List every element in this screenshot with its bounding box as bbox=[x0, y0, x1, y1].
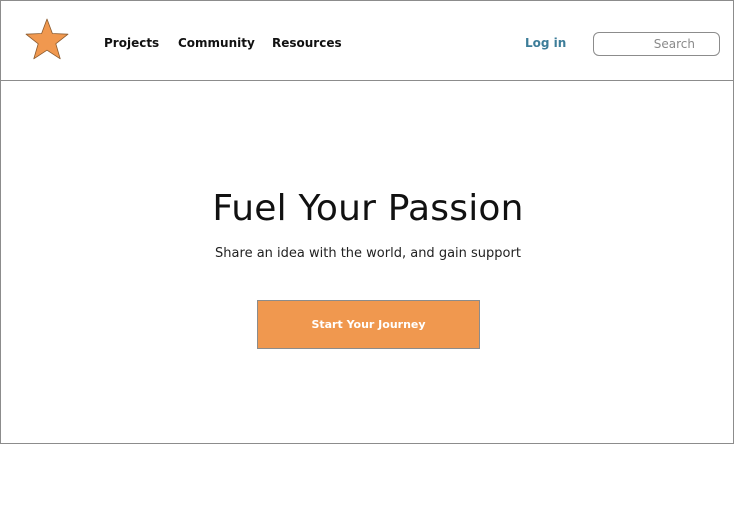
nav-link-resources[interactable]: Resources bbox=[272, 35, 342, 51]
star-icon[interactable] bbox=[24, 17, 70, 61]
site-header: Projects Community Resources Log in bbox=[1, 1, 733, 81]
start-journey-button[interactable]: Start Your Journey bbox=[257, 300, 480, 349]
nav-link-projects[interactable]: Projects bbox=[104, 35, 159, 51]
search-input[interactable] bbox=[593, 32, 720, 56]
nav-link-community[interactable]: Community bbox=[178, 35, 255, 51]
login-link[interactable]: Log in bbox=[525, 35, 566, 51]
page-frame: Projects Community Resources Log in Fuel… bbox=[0, 0, 734, 444]
hero-subtitle: Share an idea with the world, and gain s… bbox=[215, 246, 521, 261]
hero-title: Fuel Your Passion bbox=[212, 188, 524, 229]
